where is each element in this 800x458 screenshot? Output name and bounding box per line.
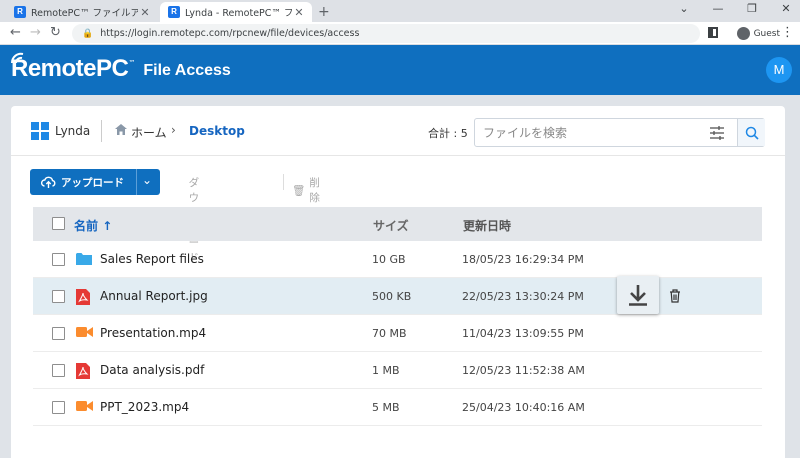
pdf-icon (76, 363, 92, 379)
file-modified: 22/05/23 13:30:24 PM (462, 290, 584, 303)
browser-tab-file-access[interactable]: R RemotePC™ ファイルアクセス ✕ (6, 2, 158, 22)
file-size: 70 MB (372, 327, 407, 340)
file-name[interactable]: Data analysis.pdf (100, 363, 204, 377)
profile-button[interactable]: Guest (736, 24, 780, 43)
back-icon[interactable]: ← (10, 25, 21, 40)
search-icon (745, 126, 759, 140)
user-avatar[interactable]: M (766, 57, 792, 83)
browser-menu-icon[interactable]: ⋮ (781, 25, 794, 40)
tab-title: RemotePC™ ファイルアクセス (31, 8, 138, 19)
file-name[interactable]: Presentation.mp4 (100, 326, 206, 340)
search-input[interactable] (483, 124, 703, 142)
folder-icon (76, 252, 92, 266)
app-header: RemotePC ™ File Access M (0, 45, 800, 95)
delete-button[interactable]: 🗑 削除 (292, 175, 320, 205)
address-bar[interactable]: 🔒 https://login.remotepc.com/rpcnew/file… (72, 24, 700, 43)
sort-arrow-icon: ↑ (102, 219, 113, 233)
row-checkbox[interactable] (52, 290, 65, 303)
row-checkbox[interactable] (52, 401, 65, 414)
product-name: File Access (143, 62, 231, 79)
maximize-button[interactable]: ❐ (742, 2, 762, 15)
upload-button[interactable]: アップロード ⌄ (30, 169, 160, 195)
home-icon[interactable] (115, 124, 127, 135)
table-row[interactable]: Annual Report.jpg 500 KB 22/05/23 13:30:… (33, 276, 762, 315)
column-header-size[interactable]: サイズ (373, 217, 409, 234)
column-header-modified[interactable]: 更新日時 (463, 217, 511, 234)
trash-icon[interactable] (669, 289, 681, 303)
video-icon (76, 326, 93, 340)
upload-label: アップロード (61, 177, 124, 189)
table-row[interactable]: Presentation.mp4 70 MB 11/04/23 13:09:55… (33, 315, 762, 352)
file-modified: 11/04/23 13:09:55 PM (462, 327, 584, 340)
search-box (474, 118, 765, 147)
filter-icon[interactable] (709, 125, 725, 141)
trash-icon: 🗑 (292, 184, 306, 197)
file-size: 1 MB (372, 364, 400, 377)
tab-close-icon[interactable]: ✕ (292, 6, 306, 19)
delete-label: 削除 (309, 177, 320, 204)
tab-close-icon[interactable]: ✕ (138, 6, 152, 19)
profile-avatar-icon (736, 27, 750, 40)
file-size: 5 MB (372, 401, 400, 414)
file-browser-panel: Lynda ホーム › Desktop 合計 : 5 ファイルを検索 アップロー… (11, 106, 785, 458)
file-size: 10 GB (372, 253, 406, 266)
reload-icon[interactable]: ↻ (50, 25, 61, 40)
device-name: Lynda (55, 124, 91, 138)
column-header-name[interactable]: 名前 ↑ (74, 217, 112, 234)
download-icon (629, 285, 647, 306)
row-download-button[interactable] (617, 276, 659, 314)
minimize-button[interactable]: — (708, 2, 728, 15)
remotepc-favicon-icon: R (168, 6, 180, 18)
search-button[interactable] (737, 119, 765, 146)
chevron-down-icon[interactable]: ⌄ (142, 173, 152, 187)
file-modified: 18/05/23 16:29:34 PM (462, 253, 584, 266)
logo-signal-icon (10, 52, 24, 64)
browser-tabstrip: R RemotePC™ ファイルアクセス ✕ R Lynda - RemoteP… (0, 0, 800, 22)
pdf-icon (76, 289, 92, 305)
row-checkbox[interactable] (52, 327, 65, 340)
window-controls: ⌄ — ❐ ✕ (674, 2, 796, 15)
tab-search-icon[interactable]: ⌄ (674, 2, 694, 15)
file-name[interactable]: Annual Report.jpg (100, 289, 208, 303)
lock-icon: 🔒 (82, 28, 94, 39)
remotepc-logo[interactable]: RemotePC ™ File Access (10, 52, 231, 83)
file-size: 500 KB (372, 290, 412, 303)
table-row[interactable]: PPT_2023.mp4 5 MB 25/04/23 10:40:16 AM (33, 389, 762, 426)
file-modified: 25/04/23 10:40:16 AM (462, 401, 585, 414)
divider (101, 120, 102, 142)
cloud-upload-icon (41, 176, 56, 188)
browser-tab-lynda[interactable]: R Lynda - RemotePC™ ファイル ✕ (160, 2, 312, 22)
url-text: https://login.remotepc.com/rpcnew/file/d… (100, 28, 360, 39)
tab-title: Lynda - RemotePC™ ファイル (185, 8, 292, 19)
file-name[interactable]: Sales Report files (100, 252, 204, 266)
table-header: 名前 ↑ サイズ 更新日時 (33, 207, 762, 241)
chevron-right-icon: › (171, 123, 176, 137)
row-checkbox[interactable] (52, 253, 65, 266)
profile-label: Guest (753, 28, 780, 39)
table-row[interactable]: Data analysis.pdf 1 MB 12/05/23 11:52:38… (33, 352, 762, 389)
file-modified: 12/05/23 11:52:38 AM (462, 364, 585, 377)
select-all-checkbox[interactable] (52, 217, 65, 230)
browser-toolbar: ← → ↻ 🔒 https://login.remotepc.com/rpcne… (0, 22, 800, 45)
file-name[interactable]: PPT_2023.mp4 (100, 400, 189, 414)
windows-icon (31, 122, 49, 140)
side-panel-icon[interactable] (708, 27, 718, 38)
breadcrumb-current: Desktop (189, 124, 245, 138)
table-row[interactable]: Sales Report files 10 GB 18/05/23 16:29:… (33, 241, 762, 278)
new-tab-button[interactable]: + (318, 4, 330, 20)
row-checkbox[interactable] (52, 364, 65, 377)
total-count: 合計 : 5 (428, 127, 468, 140)
breadcrumb-home[interactable]: ホーム (131, 124, 167, 141)
remotepc-favicon-icon: R (14, 6, 26, 18)
close-window-button[interactable]: ✕ (776, 2, 796, 15)
video-icon (76, 400, 93, 414)
forward-icon[interactable]: → (30, 25, 41, 40)
breadcrumb: Lynda ホーム › Desktop 合計 : 5 (11, 106, 785, 156)
